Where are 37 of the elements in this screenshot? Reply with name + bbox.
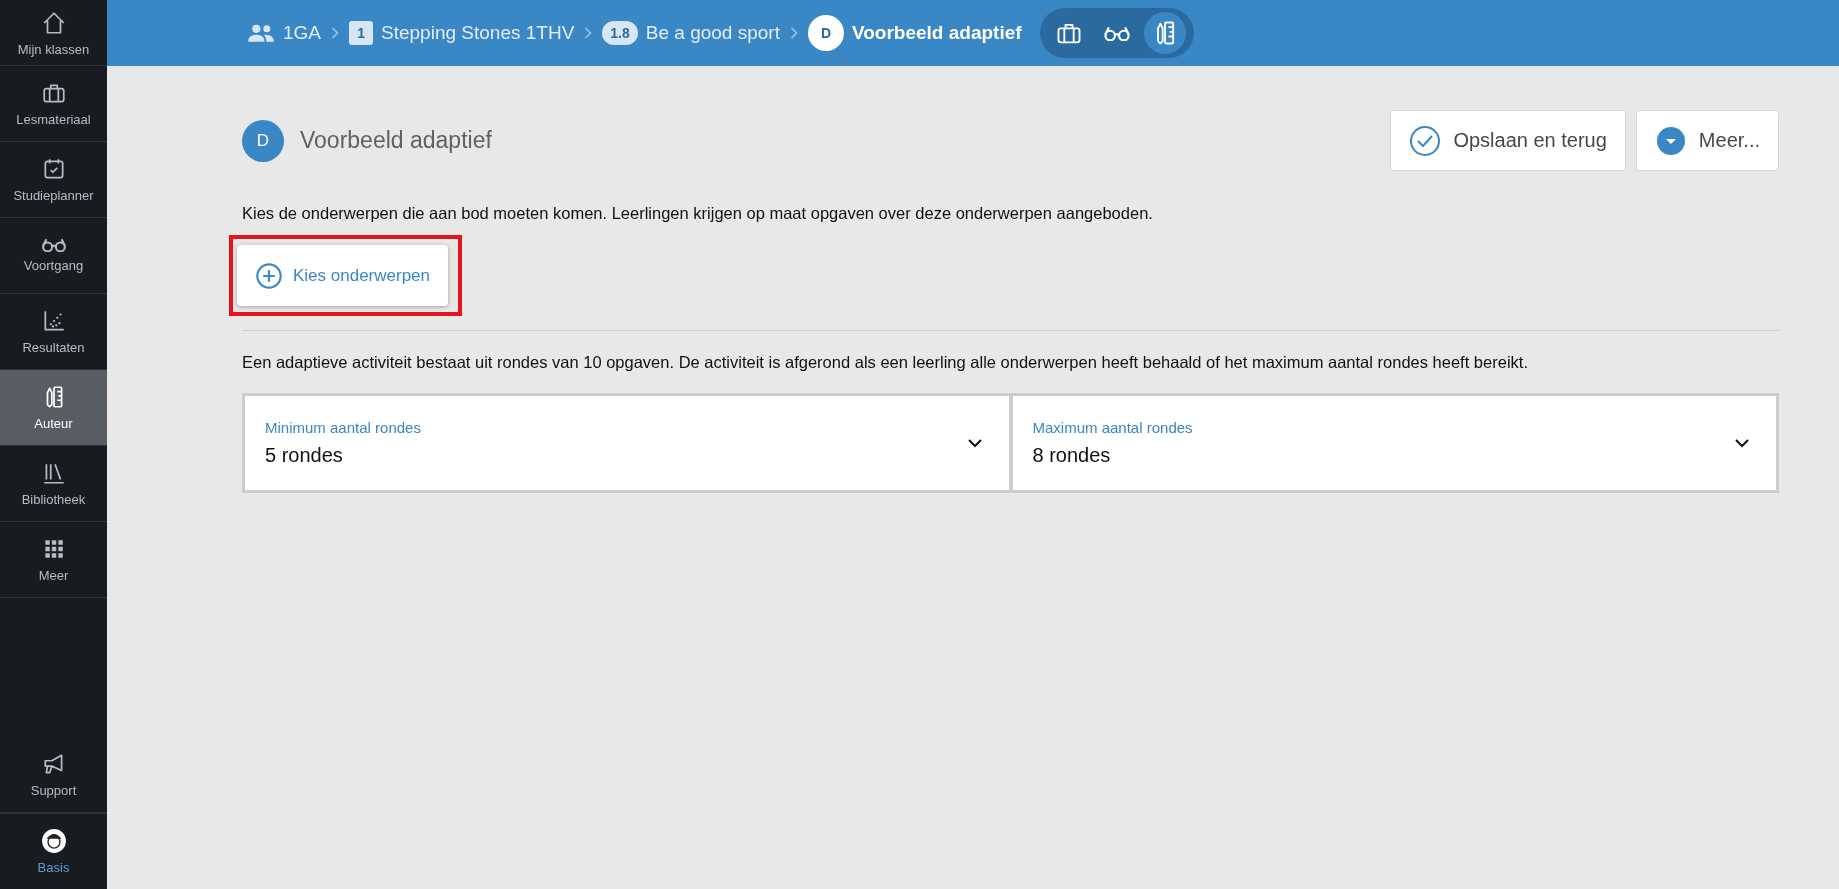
letter-badge: D	[242, 119, 284, 162]
instruction-text: Kies de onderwerpen die aan bod moeten komen. Leerlingen krijgen op maat opgaven over deze onderwerpen aangeboden.	[242, 204, 1154, 223]
plus-circle-icon	[255, 261, 283, 290]
more-button[interactable]: Meer...	[1635, 110, 1779, 171]
rounds-select[interactable]: Minimum aantal rondes 5 rondes	[245, 396, 1009, 490]
sidebar-item[interactable]: Meer	[0, 522, 107, 598]
select-value: 5 rondes	[265, 444, 344, 467]
info-text: Een adaptieve activiteit bestaat uit rondes van 10 opgaven. De activiteit is afgerond als een leerling alle onderwerpen heeft behaald of het maximum aantal rondes heeft bereikt.	[242, 353, 1529, 372]
number-badge: 1.8	[602, 21, 638, 45]
chevron-down-icon	[966, 438, 983, 448]
sidebar-item[interactable]: Lesmateriaal	[0, 66, 107, 142]
letter-badge: D	[807, 15, 844, 51]
rounds-select[interactable]: Maximum aantal rondes 8 rondes	[1012, 396, 1776, 490]
select-label: Maximum aantal rondes	[1032, 419, 1193, 436]
people-icon	[247, 23, 275, 43]
view-button[interactable]	[1143, 12, 1186, 54]
sidebar-item[interactable]: Support	[0, 737, 107, 813]
check-circle-icon	[1409, 124, 1442, 157]
avatar-icon	[40, 828, 67, 854]
glasses-icon	[1102, 25, 1131, 41]
chevron-right-icon	[584, 27, 593, 39]
chevron-down-icon	[1734, 438, 1750, 448]
page-title: Voorbeeld adaptief	[300, 127, 492, 154]
number-badge: 1	[349, 21, 374, 45]
sidebar-item[interactable]: Basis	[0, 813, 107, 889]
sidebar-item[interactable]: Auteur	[0, 370, 107, 446]
sidebar-item[interactable]: Studieplanner	[0, 142, 107, 218]
choose-topics-button[interactable]: Kies onderwerpen	[237, 245, 449, 306]
chevron-right-icon	[331, 27, 340, 39]
save-button[interactable]: Opslaan en terug	[1390, 110, 1626, 171]
select-label: Minimum aantal rondes	[265, 419, 421, 436]
sidebar-item[interactable]: Voortgang	[0, 218, 107, 294]
chevron-right-icon	[789, 27, 798, 39]
glasses-icon	[40, 238, 67, 252]
sidebar-item[interactable]: Bibliotheek	[0, 446, 107, 522]
dropdown-icon	[1654, 124, 1687, 157]
select-value: 8 rondes	[1032, 444, 1112, 467]
